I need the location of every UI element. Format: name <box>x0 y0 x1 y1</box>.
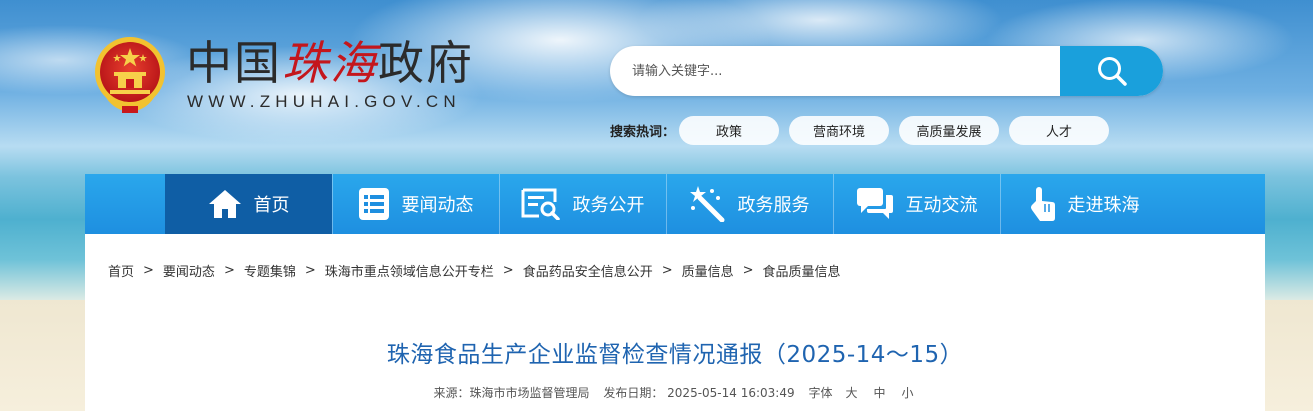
content-panel: 首页 > 要闻动态 > 专题集锦 > 珠海市重点领域信息公开专栏 > 食品药品安… <box>85 234 1265 411</box>
breadcrumb-food-quality-info[interactable]: 食品质量信息 <box>763 261 841 280</box>
nav-item-label: 走进珠海 <box>1067 195 1140 216</box>
nav-item-about-zhuhai[interactable]: 走进珠海 <box>1000 174 1167 234</box>
site-title-prefix: 中国 <box>186 37 282 89</box>
font-size-label: 字体 <box>808 386 833 400</box>
article-title: 珠海食品生产企业监督检查情况通报（2025-14～15） <box>386 342 964 368</box>
nav-item-interaction[interactable]: 互动交流 <box>833 174 1000 234</box>
breadcrumb-quality-info[interactable]: 质量信息 <box>682 261 734 280</box>
search-box <box>610 46 1163 96</box>
nav-item-label: 政务服务 <box>737 195 810 216</box>
article-date: 发布日期： 2025-05-14 16:03:49 <box>603 386 795 400</box>
breadcrumb-separator: > <box>661 263 673 278</box>
chat-icon <box>856 188 893 219</box>
breadcrumb-separator: > <box>742 263 754 278</box>
site-url: WWW.ZHUHAI.GOV.CN <box>187 92 461 111</box>
hand-pointer-icon <box>1030 187 1055 221</box>
breadcrumb-key-areas[interactable]: 珠海市重点领域信息公开专栏 <box>325 261 494 280</box>
breadcrumb-separator: > <box>223 263 235 278</box>
search-button[interactable] <box>1060 46 1163 96</box>
hot-tag-talent[interactable]: 人才 <box>1009 115 1110 145</box>
article-source: 来源：珠海市市场监督管理局 <box>433 386 590 400</box>
nav-item-label: 政务公开 <box>572 195 645 216</box>
breadcrumb-news[interactable]: 要闻动态 <box>163 261 215 280</box>
nav-item-label: 首页 <box>253 195 290 216</box>
search-input[interactable] <box>610 46 1060 96</box>
breadcrumb-separator: > <box>304 263 316 278</box>
breadcrumb-food-drug-safety[interactable]: 食品药品安全信息公开 <box>523 261 653 280</box>
font-size-large-button[interactable]: 大 <box>845 386 857 400</box>
nav-item-gov-service[interactable]: 政务服务 <box>666 174 833 234</box>
nav-item-label: 要闻动态 <box>401 195 474 216</box>
site-title-accent: 珠海 <box>282 36 378 90</box>
article-meta: 来源：珠海市市场监督管理局 发布日期： 2025-05-14 16:03:49 … <box>85 384 1265 401</box>
site-title-suffix: 政府 <box>378 37 474 89</box>
hot-search-label: 搜索热词： <box>610 124 676 140</box>
hot-tag-policy[interactable]: 政策 <box>679 115 780 145</box>
national-emblem-icon <box>95 37 165 113</box>
site-title[interactable]: 中国珠海政府 <box>186 37 474 89</box>
nav-item-gov-info[interactable]: 政务公开 <box>499 174 666 234</box>
hot-tag-high-quality-development[interactable]: 高质量发展 <box>899 115 1000 145</box>
magic-wand-icon <box>689 186 724 222</box>
document-search-icon <box>521 188 560 220</box>
breadcrumb-topics[interactable]: 专题集锦 <box>244 261 296 280</box>
main-nav: 首页 要闻动态 政务公开 政务服务 互动交流 走进珠海 <box>85 174 1265 234</box>
nav-item-news[interactable]: 要闻动态 <box>332 174 499 234</box>
font-size-medium-button[interactable]: 中 <box>873 386 885 400</box>
nav-item-home[interactable]: 首页 <box>165 174 332 234</box>
nav-item-label: 互动交流 <box>905 195 978 216</box>
breadcrumb-home[interactable]: 首页 <box>108 261 134 280</box>
hot-search-words: 搜索热词： 政策 营商环境 高质量发展 人才 <box>610 115 1119 145</box>
breadcrumb-separator: > <box>502 263 514 278</box>
home-icon <box>208 190 241 218</box>
font-size-small-button[interactable]: 小 <box>901 386 913 400</box>
breadcrumb: 首页 > 要闻动态 > 专题集锦 > 珠海市重点领域信息公开专栏 > 食品药品安… <box>108 261 841 280</box>
search-icon <box>1097 57 1127 86</box>
breadcrumb-separator: > <box>143 263 154 278</box>
hot-tag-business-environment[interactable]: 营商环境 <box>789 115 890 145</box>
list-icon <box>358 188 389 220</box>
